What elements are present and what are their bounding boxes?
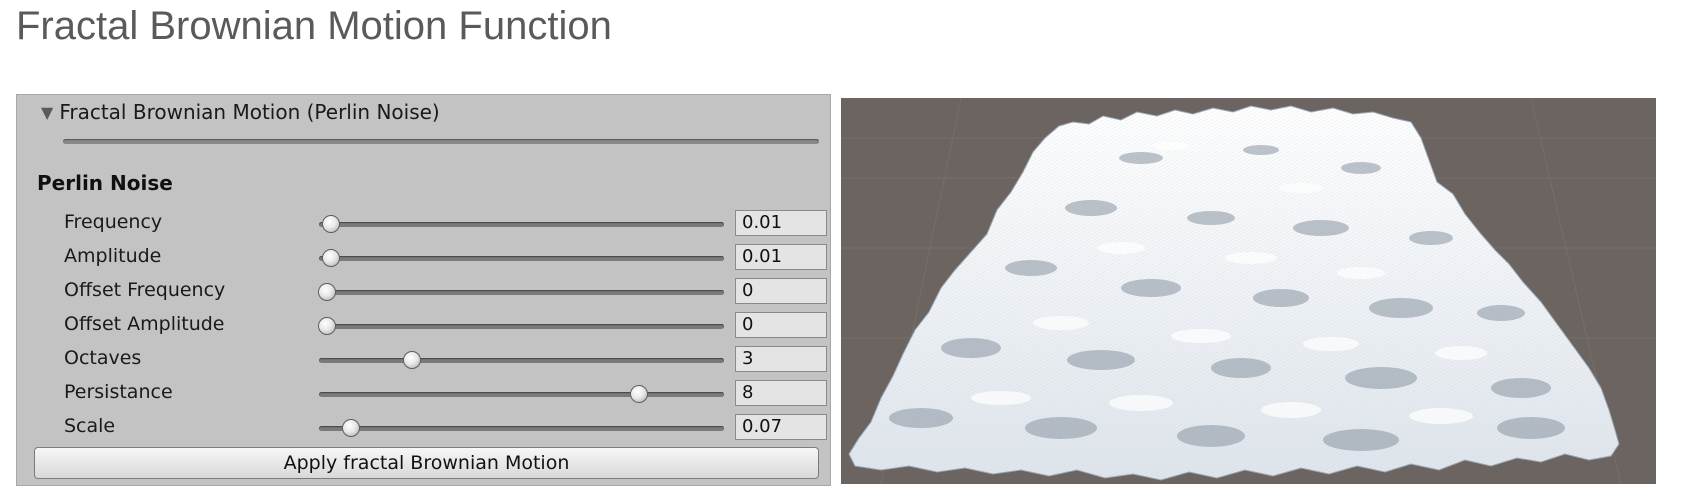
amplitude-slider-thumb[interactable] bbox=[322, 249, 341, 267]
amplitude-field[interactable]: 0.01 bbox=[735, 244, 827, 270]
scale-label: Scale bbox=[64, 415, 116, 437]
divider bbox=[63, 139, 819, 144]
offset-amplitude-label: Offset Amplitude bbox=[64, 313, 225, 335]
scale-field[interactable]: 0.07 bbox=[735, 414, 827, 440]
persistance-row: Persistance 8 bbox=[17, 379, 832, 409]
persistance-slider-thumb[interactable] bbox=[629, 385, 648, 403]
offset-frequency-slider-thumb[interactable] bbox=[318, 283, 337, 301]
octaves-slider-thumb[interactable] bbox=[403, 351, 422, 369]
terrain-mesh bbox=[848, 105, 1620, 481]
scene-viewport[interactable] bbox=[841, 98, 1656, 484]
inspector-panel: ▼ Fractal Brownian Motion (Perlin Noise)… bbox=[16, 94, 831, 486]
scale-slider-thumb[interactable] bbox=[342, 419, 361, 437]
frequency-field[interactable]: 0.01 bbox=[735, 210, 827, 236]
amplitude-row: Amplitude 0.01 bbox=[17, 243, 832, 273]
frequency-slider[interactable] bbox=[319, 222, 724, 227]
foldout-header[interactable]: ▼ Fractal Brownian Motion (Perlin Noise) bbox=[41, 99, 440, 125]
section-title: Perlin Noise bbox=[37, 171, 173, 195]
offset-amplitude-row: Offset Amplitude 0 bbox=[17, 311, 832, 341]
scale-slider[interactable] bbox=[319, 426, 724, 431]
octaves-label: Octaves bbox=[64, 347, 142, 369]
apply-fbm-button[interactable]: Apply fractal Brownian Motion bbox=[34, 447, 819, 479]
triangle-down-icon[interactable]: ▼ bbox=[41, 103, 53, 122]
frequency-row: Frequency 0.01 bbox=[17, 209, 832, 239]
offset-amplitude-slider[interactable] bbox=[319, 324, 724, 329]
frequency-label: Frequency bbox=[64, 211, 163, 233]
offset-frequency-field[interactable]: 0 bbox=[735, 278, 827, 304]
offset-amplitude-field[interactable]: 0 bbox=[735, 312, 827, 338]
octaves-slider[interactable] bbox=[319, 358, 724, 363]
persistance-label: Persistance bbox=[64, 381, 173, 403]
amplitude-label: Amplitude bbox=[64, 245, 162, 267]
page-title: Fractal Brownian Motion Function bbox=[16, 4, 612, 48]
offset-frequency-label: Offset Frequency bbox=[64, 279, 226, 301]
scale-row: Scale 0.07 bbox=[17, 413, 832, 443]
octaves-row: Octaves 3 bbox=[17, 345, 832, 375]
foldout-title: Fractal Brownian Motion (Perlin Noise) bbox=[59, 100, 440, 124]
frequency-slider-thumb[interactable] bbox=[322, 215, 341, 233]
persistance-slider[interactable] bbox=[319, 392, 724, 397]
terrain-preview bbox=[841, 98, 1656, 484]
offset-amplitude-slider-thumb[interactable] bbox=[318, 317, 337, 335]
octaves-field[interactable]: 3 bbox=[735, 346, 827, 372]
offset-frequency-slider[interactable] bbox=[319, 290, 724, 295]
persistance-field[interactable]: 8 bbox=[735, 380, 827, 406]
offset-frequency-row: Offset Frequency 0 bbox=[17, 277, 832, 307]
amplitude-slider[interactable] bbox=[319, 256, 724, 261]
